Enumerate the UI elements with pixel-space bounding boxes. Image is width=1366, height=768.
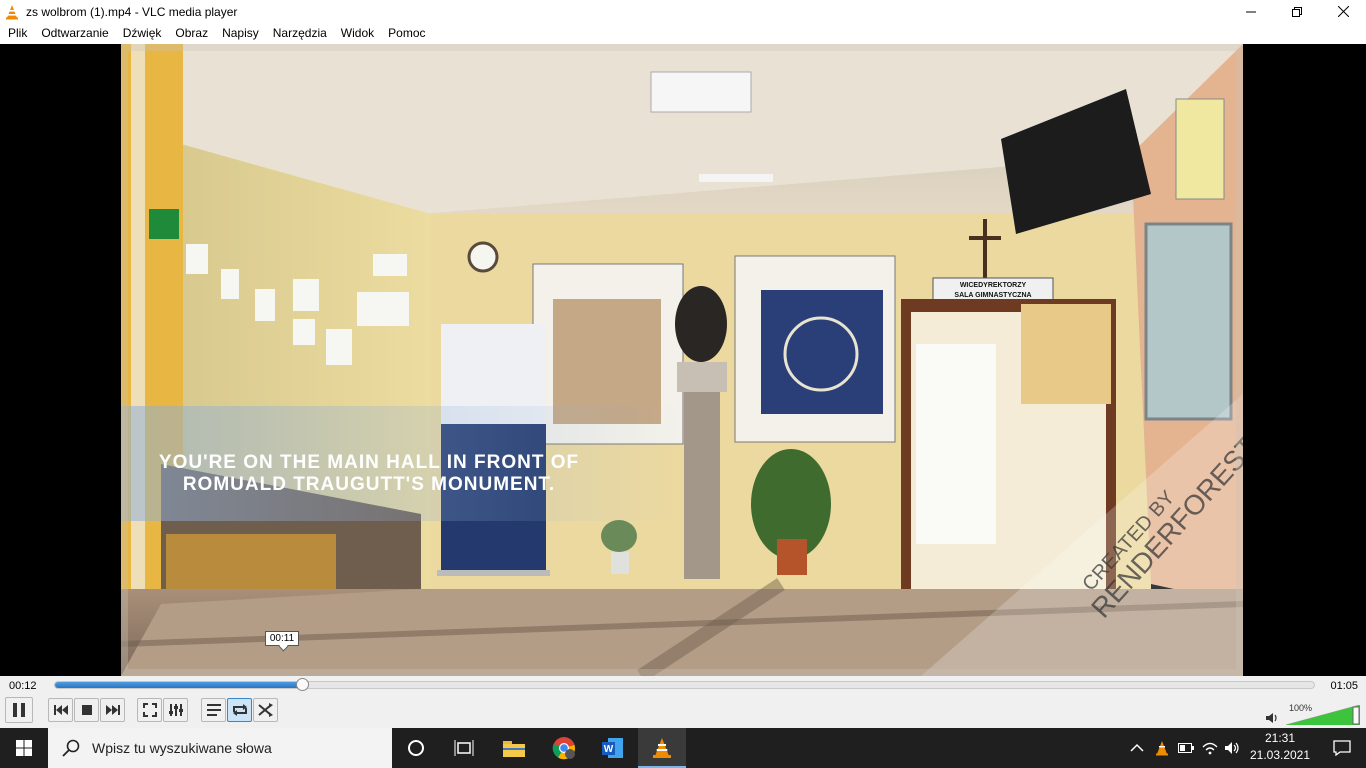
volume-tray-icon[interactable]	[1224, 741, 1240, 755]
video-display[interactable]: WICEDYREKTORZY SALA GIMNASTYCZNA YOU'RE …	[0, 44, 1366, 676]
menu-pomoc[interactable]: Pomoc	[381, 23, 432, 44]
word-icon: W	[602, 738, 623, 758]
task-view-icon	[454, 740, 474, 756]
loop-button[interactable]	[227, 698, 252, 722]
search-icon	[62, 739, 80, 757]
start-button[interactable]	[0, 728, 48, 768]
taskbar-file-explorer[interactable]	[490, 728, 538, 768]
taskbar-vlc[interactable]	[638, 728, 686, 768]
windows-logo-icon	[16, 740, 32, 756]
window-title: zs wolbrom (1).mp4 - VLC media player	[26, 4, 238, 19]
elapsed-time[interactable]: 00:12	[9, 680, 37, 692]
skip-back-icon	[53, 705, 68, 715]
restore-icon	[1292, 6, 1302, 17]
menu-dzwiek[interactable]: Dźwięk	[116, 23, 169, 44]
loop-icon	[232, 704, 247, 716]
task-view-button[interactable]	[440, 728, 488, 768]
taskbar-clock[interactable]: 21:31 21.03.2021	[1243, 730, 1317, 764]
playlist-icon	[206, 704, 221, 716]
extended-settings-button[interactable]	[163, 698, 188, 722]
battery-icon[interactable]	[1178, 743, 1194, 753]
seek-progress	[55, 682, 302, 688]
seek-time-tooltip: 00:11	[265, 631, 299, 646]
wifi-icon[interactable]	[1202, 741, 1218, 755]
pause-icon	[13, 703, 25, 717]
taskbar-word[interactable]: W	[589, 728, 637, 768]
vlc-cone-icon	[653, 738, 671, 758]
close-icon	[1337, 6, 1349, 17]
search-placeholder: Wpisz tu wyszukiwane słowa	[92, 740, 272, 756]
menu-odtwarzanie[interactable]: Odtwarzanie	[34, 23, 115, 44]
minimize-icon	[1246, 11, 1256, 12]
menu-plik[interactable]: Plik	[1, 23, 34, 44]
close-button[interactable]	[1320, 0, 1366, 23]
title-bar: zs wolbrom (1).mp4 - VLC media player	[0, 0, 1366, 23]
windows-taskbar: Wpisz tu wyszukiwane słowa W 21:31 21.03…	[0, 728, 1366, 768]
fullscreen-button[interactable]	[137, 698, 162, 722]
equalizer-icon	[168, 704, 183, 716]
menu-widok[interactable]: Widok	[334, 23, 381, 44]
chevron-up-icon[interactable]	[1130, 743, 1144, 753]
shuffle-button[interactable]	[253, 698, 278, 722]
restore-button[interactable]	[1274, 0, 1320, 23]
video-caption-line1: YOU'RE ON THE MAIN HALL IN FRONT OF	[159, 452, 579, 473]
volume-slider[interactable]	[1286, 705, 1360, 725]
seek-bar[interactable]	[54, 678, 1315, 691]
menu-obraz[interactable]: Obraz	[168, 23, 215, 44]
total-time[interactable]: 01:05	[1330, 680, 1358, 692]
taskbar-chrome[interactable]	[540, 728, 588, 768]
shuffle-icon	[257, 703, 273, 717]
skip-forward-icon	[105, 705, 120, 715]
player-controls: 00:12 01:05 100%	[0, 676, 1366, 728]
playlist-button[interactable]	[201, 698, 226, 722]
chrome-icon	[552, 737, 576, 760]
clock-date: 21.03.2021	[1249, 748, 1311, 762]
pause-button[interactable]	[5, 697, 33, 723]
stop-icon	[81, 705, 92, 715]
door-sign-line1: WICEDYREKTORZY	[960, 282, 1027, 289]
notification-icon	[1333, 740, 1351, 756]
vlc-cone-icon	[6, 4, 18, 19]
video-caption-line2: ROMUALD TRAUGUTT'S MONUMENT.	[183, 474, 555, 495]
door-sign-line2: SALA GIMNASTYCZNA	[954, 292, 1031, 299]
fullscreen-icon	[142, 703, 157, 717]
clock-time: 21:31	[1264, 731, 1296, 745]
cortana-icon	[408, 740, 424, 756]
menu-bar: Plik Odtwarzanie Dźwięk Obraz Napisy Nar…	[0, 23, 1366, 44]
previous-button[interactable]	[48, 698, 73, 722]
cortana-button[interactable]	[392, 728, 440, 768]
video-frame: WICEDYREKTORZY SALA GIMNASTYCZNA YOU'RE …	[121, 44, 1243, 676]
action-center-button[interactable]	[1318, 728, 1366, 768]
speaker-icon[interactable]	[1265, 712, 1279, 724]
minimize-button[interactable]	[1228, 0, 1274, 23]
folder-icon	[503, 741, 525, 757]
vlc-window: zs wolbrom (1).mp4 - VLC media player Pl…	[0, 0, 1366, 728]
menu-napisy[interactable]: Napisy	[215, 23, 266, 44]
menu-narzedzia[interactable]: Narzędzia	[266, 23, 334, 44]
seek-handle[interactable]	[295, 678, 309, 691]
vlc-tray-icon[interactable]	[1154, 740, 1170, 756]
stop-button[interactable]	[74, 698, 99, 722]
taskbar-search[interactable]: Wpisz tu wyszukiwane słowa	[48, 728, 392, 768]
next-button[interactable]	[100, 698, 125, 722]
svg-text:W: W	[604, 744, 614, 755]
